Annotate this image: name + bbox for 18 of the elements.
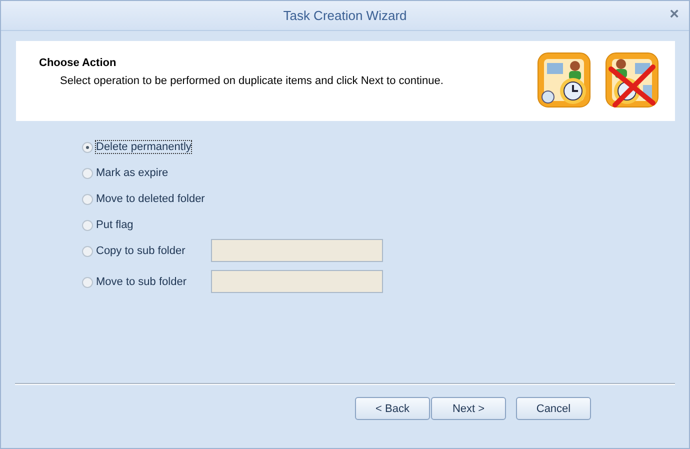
cancel-button[interactable]: Cancel	[516, 397, 591, 420]
radio-button[interactable]	[82, 220, 93, 230]
radio-option[interactable]: Move to deleted folder	[82, 193, 211, 205]
radio-option[interactable]: Delete permanently	[82, 141, 211, 153]
header-subtitle: Select operation to be performed on duplicate items and click Next to continue.	[60, 75, 444, 87]
header-title: Choose Action	[39, 57, 118, 69]
radio-button[interactable]	[82, 194, 93, 204]
radio-button[interactable]	[82, 246, 93, 256]
window-title: Task Creation Wizard	[283, 8, 407, 23]
radio-button[interactable]	[82, 168, 93, 178]
next-button[interactable]: Next >	[431, 397, 506, 420]
back-button[interactable]: < Back	[355, 397, 430, 420]
radio-button[interactable]	[82, 276, 93, 288]
radio-button[interactable]	[82, 142, 93, 152]
radio-option[interactable]: Move to sub folder	[82, 276, 211, 288]
radio-option[interactable]: Copy to sub folder	[82, 245, 211, 257]
radio-option[interactable]: Mark as expire	[82, 167, 211, 179]
radio-option[interactable]: Put flag	[82, 219, 211, 231]
